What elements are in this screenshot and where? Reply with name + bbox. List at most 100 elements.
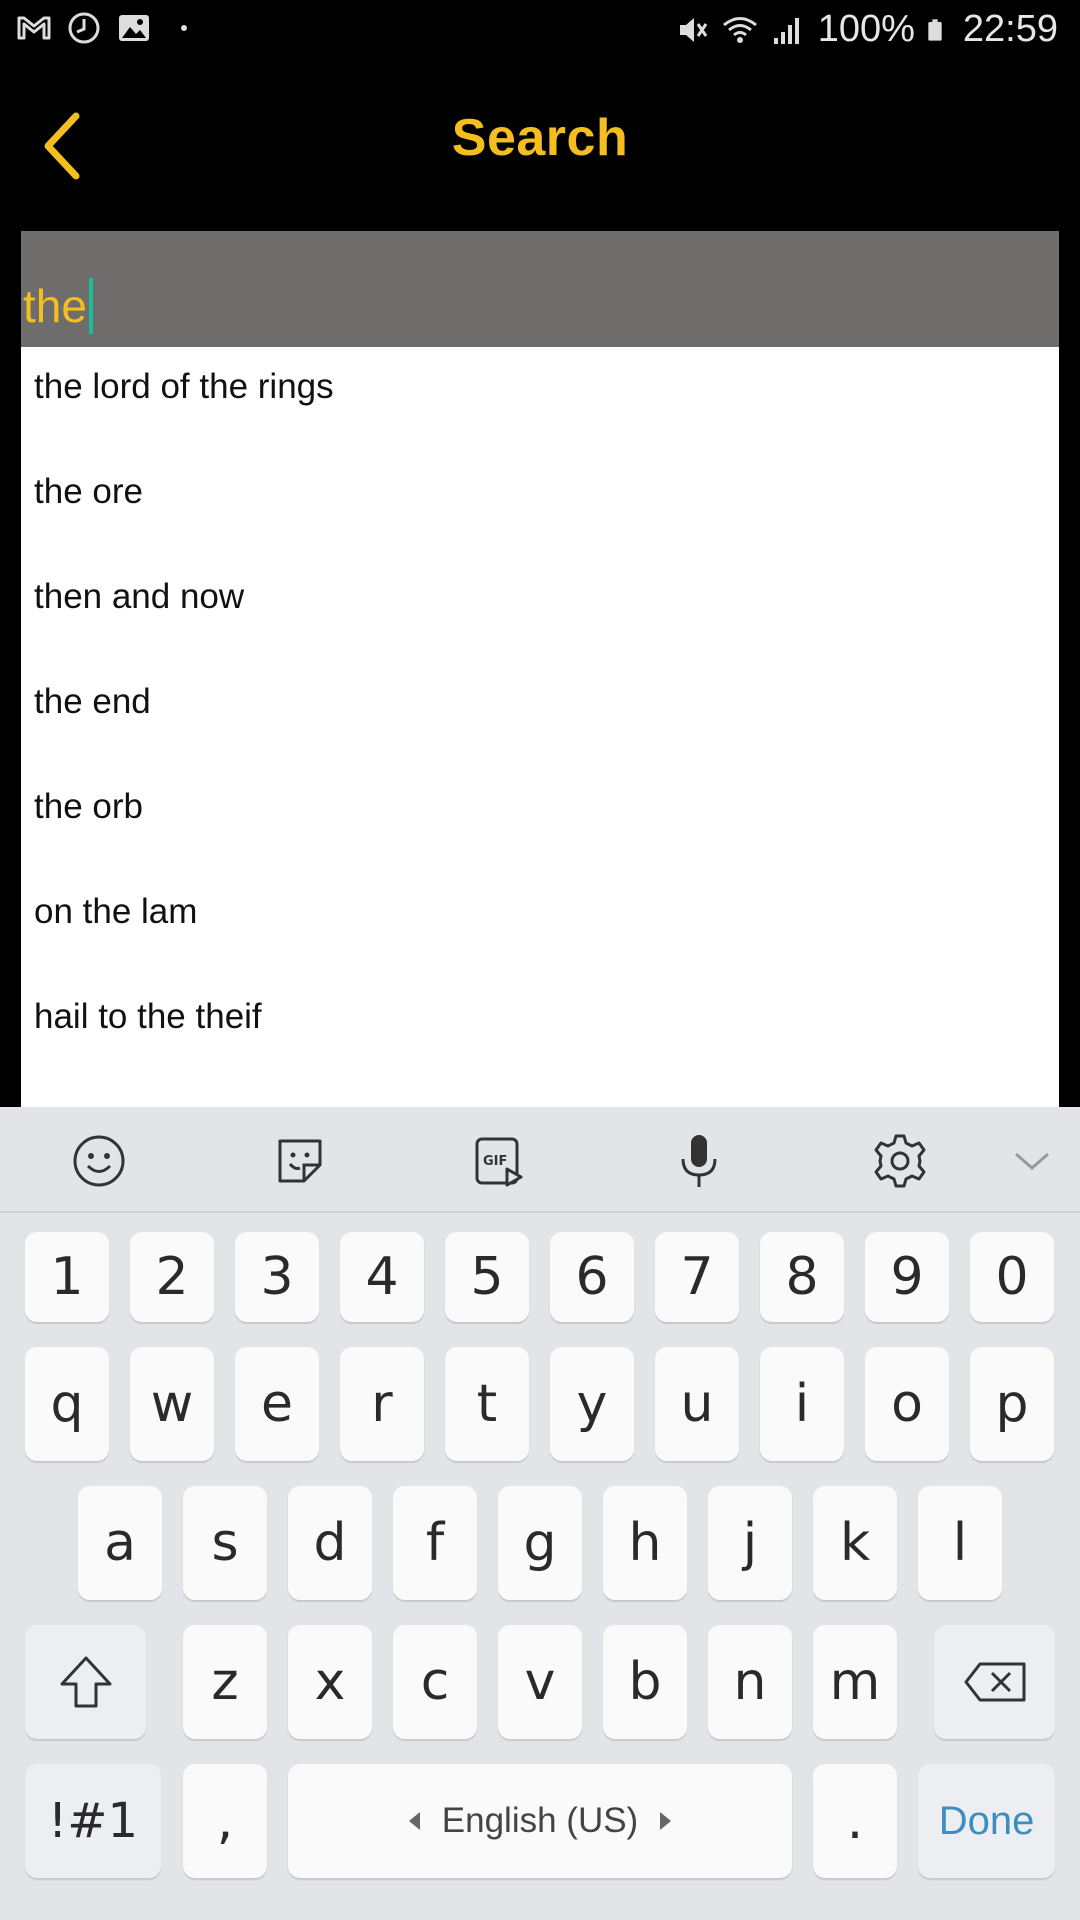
suggestion-item[interactable]: the lord of the rings xyxy=(34,367,334,407)
key-4[interactable]: 4 xyxy=(340,1232,424,1322)
key-label: g xyxy=(523,1513,557,1573)
key-label: w xyxy=(150,1374,194,1434)
suggestion-item[interactable]: the end xyxy=(34,682,151,722)
key-label: i xyxy=(794,1374,810,1434)
key-3[interactable]: 3 xyxy=(235,1232,319,1322)
key-u[interactable]: u xyxy=(655,1347,739,1461)
key-7[interactable]: 7 xyxy=(655,1232,739,1322)
key-label: Done xyxy=(938,1798,1035,1843)
key-o[interactable]: o xyxy=(865,1347,949,1461)
key-a[interactable]: a xyxy=(78,1486,162,1600)
wifi-icon xyxy=(722,16,757,43)
key-label: 7 xyxy=(680,1247,714,1307)
search-field[interactable]: the xyxy=(21,231,1059,347)
soft-keyboard: GIF 1 2 3 4 5 6 7 8 9 0 q w e r t y u i … xyxy=(0,1107,1080,1920)
key-r[interactable]: r xyxy=(340,1347,424,1461)
backspace-key[interactable] xyxy=(934,1625,1055,1739)
space-key[interactable]: English (US) xyxy=(288,1764,792,1878)
key-0[interactable]: 0 xyxy=(970,1232,1054,1322)
key-i[interactable]: i xyxy=(760,1347,844,1461)
key-label: y xyxy=(576,1374,608,1434)
comma-key[interactable]: , xyxy=(183,1764,267,1878)
key-label: r xyxy=(371,1374,393,1434)
key-y[interactable]: y xyxy=(550,1347,634,1461)
shift-key[interactable] xyxy=(25,1625,146,1739)
key-2[interactable]: 2 xyxy=(130,1232,214,1322)
key-label: , xyxy=(216,1791,234,1851)
key-p[interactable]: p xyxy=(970,1347,1054,1461)
shift-arrow-icon xyxy=(60,1656,111,1708)
key-label: n xyxy=(733,1652,767,1712)
status-right-icons: 100% 22:59 xyxy=(674,8,1058,51)
gif-button[interactable]: GIF xyxy=(467,1129,531,1193)
key-label: 1 xyxy=(50,1247,84,1307)
signal-icon xyxy=(773,17,799,44)
key-t[interactable]: t xyxy=(445,1347,529,1461)
key-j[interactable]: j xyxy=(708,1486,792,1600)
key-label: j xyxy=(742,1513,758,1573)
key-9[interactable]: 9 xyxy=(865,1232,949,1322)
voice-input-button[interactable] xyxy=(667,1129,731,1193)
key-g[interactable]: g xyxy=(498,1486,582,1600)
sticker-icon xyxy=(278,1139,322,1183)
key-x[interactable]: x xyxy=(288,1625,372,1739)
key-label: q xyxy=(50,1374,84,1434)
key-label: . xyxy=(846,1791,864,1851)
key-k[interactable]: k xyxy=(813,1486,897,1600)
period-key[interactable]: . xyxy=(813,1764,897,1878)
key-l[interactable]: l xyxy=(918,1486,1002,1600)
clock: 22:59 xyxy=(962,8,1058,50)
sticker-button[interactable] xyxy=(268,1129,332,1193)
suggestion-item[interactable]: the ore xyxy=(34,472,143,512)
keyboard-toolbar: GIF xyxy=(0,1107,1080,1213)
key-label: p xyxy=(995,1374,1029,1434)
keyboard-settings-button[interactable] xyxy=(868,1129,932,1193)
key-label: l xyxy=(952,1513,968,1573)
language-label: English (US) xyxy=(441,1801,639,1840)
search-input[interactable]: the xyxy=(21,271,93,341)
key-8[interactable]: 8 xyxy=(760,1232,844,1322)
key-v[interactable]: v xyxy=(498,1625,582,1739)
key-label: c xyxy=(420,1652,450,1712)
key-label: d xyxy=(313,1513,347,1573)
key-q[interactable]: q xyxy=(25,1347,109,1461)
key-label: !#1 xyxy=(48,1793,138,1849)
key-z[interactable]: z xyxy=(183,1625,267,1739)
key-label: f xyxy=(425,1513,445,1573)
language-left-arrow-icon xyxy=(408,1812,420,1830)
gmail-icon xyxy=(17,16,51,40)
battery-icon xyxy=(928,18,942,41)
key-label: m xyxy=(829,1652,881,1712)
app-bar: Search xyxy=(0,62,1080,230)
key-1[interactable]: 1 xyxy=(25,1232,109,1322)
dot-icon xyxy=(181,25,187,31)
collapse-keyboard-button[interactable] xyxy=(1000,1129,1064,1193)
key-s[interactable]: s xyxy=(183,1486,267,1600)
key-label: t xyxy=(476,1374,498,1434)
key-h[interactable]: h xyxy=(603,1486,687,1600)
svg-text:GIF: GIF xyxy=(483,1154,507,1169)
key-5[interactable]: 5 xyxy=(445,1232,529,1322)
space-key-content: English (US) xyxy=(408,1801,672,1841)
suggestion-list: the lord of the rings the ore then and n… xyxy=(21,347,1059,1107)
done-key[interactable]: Done xyxy=(918,1764,1055,1878)
key-label: 0 xyxy=(995,1247,1029,1307)
key-w[interactable]: w xyxy=(130,1347,214,1461)
suggestion-item[interactable]: then and now xyxy=(34,577,244,617)
key-d[interactable]: d xyxy=(288,1486,372,1600)
suggestion-item[interactable]: hail to the theif xyxy=(34,997,262,1037)
microphone-icon xyxy=(681,1135,717,1187)
key-e[interactable]: e xyxy=(235,1347,319,1461)
suggestion-item[interactable]: the orb xyxy=(34,787,143,827)
symbols-key[interactable]: !#1 xyxy=(25,1764,161,1878)
suggestion-item[interactable]: on the lam xyxy=(34,892,197,932)
key-6[interactable]: 6 xyxy=(550,1232,634,1322)
gif-icon: GIF xyxy=(475,1137,523,1187)
key-n[interactable]: n xyxy=(708,1625,792,1739)
key-m[interactable]: m xyxy=(813,1625,897,1739)
key-f[interactable]: f xyxy=(393,1486,477,1600)
page-title: Search xyxy=(451,109,629,167)
key-b[interactable]: b xyxy=(603,1625,687,1739)
emoji-button[interactable] xyxy=(67,1129,131,1193)
key-c[interactable]: c xyxy=(393,1625,477,1739)
